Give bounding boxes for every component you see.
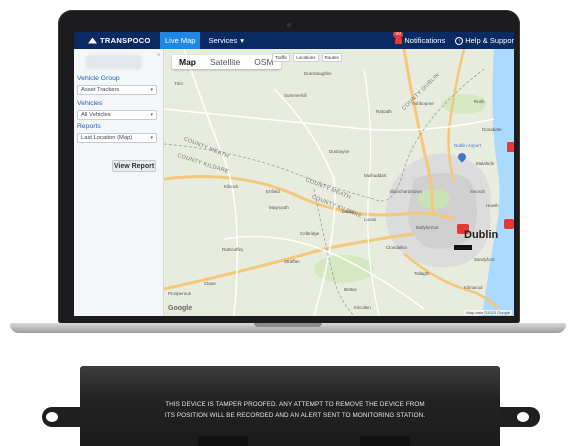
- airport-label: Dublin Airport: [454, 143, 482, 148]
- google-logo: Google: [168, 305, 193, 312]
- place-label: Tallaght: [414, 271, 430, 276]
- place-label: Clane: [204, 281, 216, 286]
- reports-select[interactable]: Last Location (Map) ▾: [77, 133, 157, 143]
- notifications-label: Notifications: [404, 36, 446, 45]
- reports-value: Last Location (Map): [81, 135, 133, 141]
- chevron-down-icon: ▾: [150, 87, 153, 93]
- right-nav: 99 Notifications ? Help & Suppor: [393, 32, 514, 45]
- mount-hole-left: [46, 412, 58, 422]
- place-label: Dunboyne: [329, 149, 350, 154]
- routes-toggle[interactable]: Routes: [321, 53, 342, 62]
- device-warning-line-2: ITS POSITION WILL BE RECORDED AND AN ALE…: [164, 412, 426, 419]
- device-warning-line-1: THIS DEVICE IS TAMPER PROOFED. ANY ATTEM…: [165, 401, 425, 408]
- place-label: Maynooth: [269, 205, 289, 210]
- nav-services[interactable]: Services ▾: [200, 36, 252, 45]
- city-label: Dublin: [464, 229, 499, 241]
- nav-live-map[interactable]: Live Map: [160, 32, 201, 49]
- place-label: Howth: [486, 203, 499, 208]
- place-label: Dunshaughlin: [304, 71, 332, 76]
- place-label: Brittas: [344, 287, 357, 292]
- help-icon: ?: [455, 36, 464, 45]
- chevron-down-icon: ▾: [150, 135, 153, 141]
- vehicles-label: Vehicles: [77, 100, 103, 107]
- place-label: Ashbourne: [412, 101, 434, 106]
- place-label: Trim: [174, 81, 183, 86]
- place-label: Kilcock: [224, 184, 239, 189]
- top-nav-bar: TRANSPOCO Live Map Services ▾ 99 Notific…: [74, 32, 514, 49]
- device-slot: [198, 436, 248, 446]
- notifications-link[interactable]: 99 Notifications: [393, 32, 446, 45]
- map-type-tabs: Map Satellite OSM: [172, 55, 281, 69]
- help-label: Help & Suppor: [465, 36, 514, 45]
- place-label: Prosperous: [168, 291, 192, 296]
- place-label: Ratoath: [376, 109, 392, 114]
- place-label: Rathcoffey: [222, 247, 244, 252]
- camera-dot: [287, 23, 291, 27]
- view-report-button[interactable]: View Report: [112, 160, 156, 172]
- place-label: Mulhuddart: [364, 173, 387, 178]
- place-label: Kilmacud: [464, 285, 483, 290]
- live-map[interactable]: Map Satellite OSM Traffic Locations Rout…: [164, 49, 514, 316]
- help-link[interactable]: ? Help & Suppor: [455, 36, 514, 45]
- vehicles-value: All Vehicles: [81, 112, 111, 118]
- place-label: Ballyfermot: [416, 225, 439, 230]
- collapse-sidebar-icon[interactable]: «: [157, 52, 160, 58]
- user-avatar: [86, 55, 142, 69]
- place-label: Clondalkin: [386, 245, 408, 250]
- reports-label: Reports: [77, 123, 101, 130]
- laptop-notch: [254, 323, 322, 327]
- place-label: Leixlip: [342, 209, 355, 214]
- locations-toggle[interactable]: Locations: [293, 53, 319, 62]
- laptop-screen-bezel: TRANSPOCO Live Map Services ▾ 99 Notific…: [58, 10, 520, 324]
- place-label: Lucan: [364, 217, 377, 222]
- logo-text: TRANSPOCO: [100, 36, 151, 45]
- chevron-down-icon: ▾: [150, 112, 153, 118]
- place-label: Summerhill: [284, 93, 307, 98]
- place-label: Swords: [470, 189, 486, 194]
- mount-hole-right: [517, 412, 529, 422]
- brand-logo[interactable]: TRANSPOCO: [74, 36, 160, 45]
- layer-toggles: Traffic Locations Routes: [272, 53, 342, 62]
- vehicle-group-label: Vehicle Group: [77, 75, 120, 82]
- tab-map[interactable]: Map: [172, 55, 203, 69]
- vehicle-group-select[interactable]: Asset Trackers ▾: [77, 85, 157, 95]
- place-label: Enfield: [266, 189, 280, 194]
- sidebar: « Vehicle Group Asset Trackers ▾ Vehicle…: [74, 49, 164, 316]
- place-label: Rush: [474, 99, 485, 104]
- device-slot: [360, 436, 410, 446]
- notification-badge: 99: [393, 32, 403, 38]
- place-label: Malahide: [476, 161, 495, 166]
- place-label: Kilcullen: [354, 305, 371, 310]
- place-label: Donabate: [482, 127, 502, 132]
- place-label: Straffan: [284, 259, 300, 264]
- chevron-down-icon: ▾: [240, 36, 244, 45]
- map-attribution[interactable]: Map data ©2023 Google: [464, 310, 512, 315]
- device-warning-text: THIS DEVICE IS TAMPER PROOFED. ANY ATTEM…: [120, 399, 470, 421]
- place-label: Sandyford: [474, 257, 495, 262]
- app-screen: TRANSPOCO Live Map Services ▾ 99 Notific…: [74, 32, 514, 316]
- map-canvas: [164, 49, 514, 316]
- bell-icon: 99: [393, 32, 403, 44]
- logo-icon: [88, 37, 97, 44]
- place-label: Celbridge: [300, 231, 320, 236]
- nav-services-label: Services: [208, 36, 238, 45]
- place-label: Blanchardstown: [390, 189, 423, 194]
- tab-satellite[interactable]: Satellite: [203, 55, 247, 69]
- vehicle-group-value: Asset Trackers: [81, 87, 120, 93]
- vehicles-select[interactable]: All Vehicles ▾: [77, 110, 157, 120]
- traffic-toggle[interactable]: Traffic: [272, 53, 291, 62]
